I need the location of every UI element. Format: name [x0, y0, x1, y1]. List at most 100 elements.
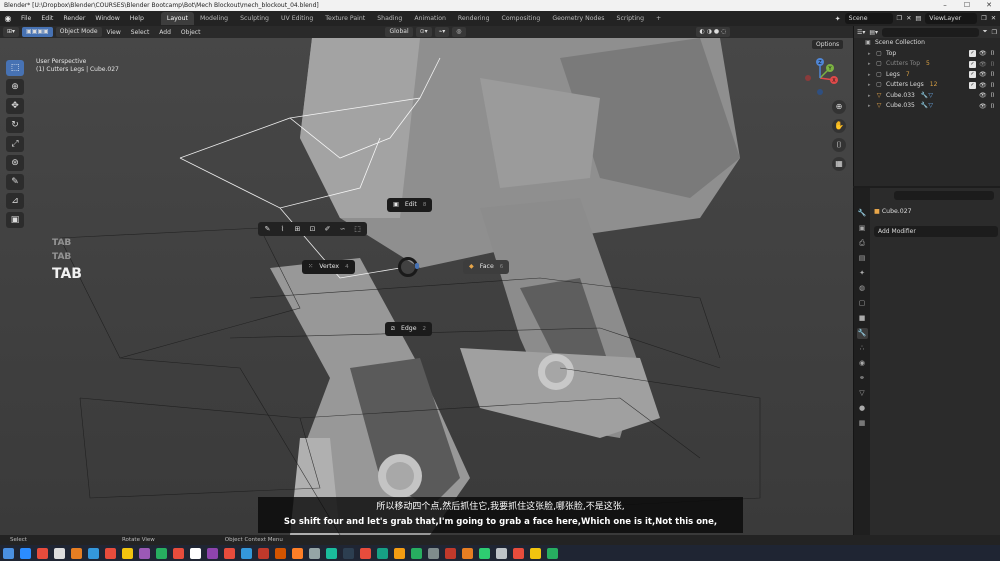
add-modifier-dropdown[interactable]: Add Modifier: [874, 226, 998, 237]
camera-icon[interactable]: ⌷: [989, 103, 996, 110]
menu-help[interactable]: Help: [125, 15, 149, 22]
outliner-row[interactable]: ▸ ▢ Cutters Top 5 ✓ 👁 ⌷: [854, 59, 1000, 70]
tab-shading[interactable]: Shading: [371, 12, 408, 25]
select-box-icon[interactable]: ⬚: [6, 60, 24, 76]
taskbar-app-icon[interactable]: [139, 547, 150, 559]
taskbar-app-icon[interactable]: [241, 547, 252, 559]
view-layer-tab-icon[interactable]: ▤: [857, 253, 868, 264]
tab-scripting[interactable]: Scripting: [611, 12, 651, 25]
taskbar-app-icon[interactable]: [360, 547, 371, 559]
viewport-shading-icons[interactable]: ◐ ◑ ● ◌: [695, 27, 731, 37]
camera-icon[interactable]: ⌷: [832, 138, 846, 152]
tab-geometry-nodes[interactable]: Geometry Nodes: [546, 12, 610, 25]
snap-icon[interactable]: ⌁▾: [434, 27, 450, 37]
taskbar-app-icon[interactable]: [445, 547, 456, 559]
taskbar-app-icon[interactable]: [530, 547, 541, 559]
knife-icon[interactable]: ✐: [321, 223, 334, 235]
pan-hand-icon[interactable]: ✋: [832, 119, 846, 133]
pie-item-vertex[interactable]: ⁙ Vertex 4: [302, 260, 355, 274]
taskbar-app-icon[interactable]: [88, 547, 99, 559]
tab-compositing[interactable]: Compositing: [496, 12, 547, 25]
taskbar-app-icon[interactable]: [479, 547, 490, 559]
eye-icon[interactable]: 👁: [979, 61, 987, 68]
taskbar-app-icon[interactable]: [173, 547, 184, 559]
expand-icon[interactable]: ▸: [868, 91, 875, 102]
checkbox-icon[interactable]: ✓: [969, 50, 976, 58]
tab-texture-paint[interactable]: Texture Paint: [319, 12, 371, 25]
add-workspace-button[interactable]: +: [650, 12, 667, 25]
taskbar-app-icon[interactable]: [377, 547, 388, 559]
output-tab-icon[interactable]: ⎙: [857, 238, 868, 249]
pencil-icon[interactable]: ✎: [261, 223, 274, 235]
camera-icon[interactable]: ⌷: [989, 82, 996, 89]
expand-icon[interactable]: ▸: [868, 101, 875, 112]
material-tab-icon[interactable]: ●: [857, 403, 868, 414]
tab-layout[interactable]: Layout: [160, 12, 194, 25]
outliner-search-input[interactable]: [882, 27, 979, 37]
filter-icon[interactable]: ⏷: [983, 28, 988, 36]
taskbar-app-icon[interactable]: [343, 547, 354, 559]
render-tab-icon[interactable]: ▣: [857, 223, 868, 234]
taskbar-app-icon[interactable]: [309, 547, 320, 559]
tab-animation[interactable]: Animation: [408, 12, 452, 25]
start-icon[interactable]: [3, 547, 14, 559]
select-mode-icons[interactable]: ▣▣▣▣: [22, 27, 53, 37]
collection-tab-icon[interactable]: ▢: [857, 298, 868, 309]
taskbar-app-icon[interactable]: [207, 547, 218, 559]
physics-tab-icon[interactable]: ◉: [857, 358, 868, 369]
outliner-row[interactable]: ▸ ▽ Cube.035 🔧▽ 👁 ⌷: [854, 101, 1000, 112]
view-layer-field[interactable]: ViewLayer: [925, 13, 978, 24]
expand-icon[interactable]: ▸: [868, 59, 875, 70]
expand-icon[interactable]: ▸: [868, 70, 875, 81]
taskbar-app-icon[interactable]: [156, 547, 167, 559]
scale-icon[interactable]: ⤢: [6, 136, 24, 152]
taskbar-app-icon[interactable]: [428, 547, 439, 559]
outliner-editor-icon[interactable]: ☰▾: [857, 29, 865, 36]
outliner-row[interactable]: ▸ ▢ Cutters Legs 12 ✓ 👁 ⌷: [854, 80, 1000, 91]
taskbar-app-icon[interactable]: [258, 547, 269, 559]
tab-modeling[interactable]: Modeling: [194, 12, 234, 25]
data-tab-icon[interactable]: ▽: [857, 388, 868, 399]
delete-view-layer-icon[interactable]: ✕: [991, 15, 996, 22]
eye-icon[interactable]: 👁: [979, 50, 987, 57]
pie-item-face[interactable]: ◆ Face 6: [463, 260, 510, 274]
transform-icon[interactable]: ⊛: [6, 155, 24, 171]
checkbox-icon[interactable]: ✓: [969, 81, 976, 89]
camera-icon[interactable]: ⌷: [989, 92, 996, 99]
pivot-icon[interactable]: ⊙▾: [415, 27, 432, 37]
particles-tab-icon[interactable]: ∴: [857, 343, 868, 354]
cursor-icon[interactable]: ⊕: [6, 79, 24, 95]
blender-logo-icon[interactable]: ◉: [0, 14, 16, 23]
texture-tab-icon[interactable]: ▦: [857, 418, 868, 429]
3d-viewport[interactable]: User Perspective (1) Cutters Legs | Cube…: [0, 38, 853, 535]
proportional-edit-icon[interactable]: ◎: [452, 27, 466, 37]
outliner-root[interactable]: ▣ Scene Collection: [854, 38, 1000, 49]
outliner-row[interactable]: ▸ ▢ Top ✓ 👁 ⌷: [854, 49, 1000, 60]
taskbar-app-icon[interactable]: [105, 547, 116, 559]
object-mode-dropdown[interactable]: Object Mode: [55, 27, 102, 37]
zoom-icon[interactable]: ⊕: [832, 100, 846, 114]
new-view-layer-icon[interactable]: ❐: [981, 15, 987, 22]
tab-rendering[interactable]: Rendering: [452, 12, 496, 25]
camera-icon[interactable]: ⌷: [989, 50, 996, 57]
taskbar-app-icon[interactable]: [54, 547, 65, 559]
new-collection-icon[interactable]: ❐: [992, 29, 997, 36]
checkbox-icon[interactable]: ✓: [969, 60, 976, 68]
menu-file[interactable]: File: [16, 15, 36, 22]
new-scene-icon[interactable]: ❐: [897, 15, 903, 22]
taskbar-app-icon[interactable]: [496, 547, 507, 559]
constraints-tab-icon[interactable]: ⚭: [857, 373, 868, 384]
world-tab-icon[interactable]: ◍: [857, 283, 868, 294]
taskbar-app-icon[interactable]: [122, 547, 133, 559]
taskbar-app-icon[interactable]: [224, 547, 235, 559]
minimize-button[interactable]: –: [934, 0, 956, 11]
taskbar-app-icon[interactable]: [37, 547, 48, 559]
modifier-tab-icon[interactable]: 🔧: [856, 328, 868, 339]
eye-icon[interactable]: 👁: [979, 71, 987, 78]
checkbox-icon[interactable]: ✓: [969, 71, 976, 79]
eye-icon[interactable]: 👁: [979, 103, 987, 110]
taskbar-app-icon[interactable]: [275, 547, 286, 559]
options-dropdown[interactable]: Options: [812, 40, 844, 49]
taskbar-app-icon[interactable]: [462, 547, 473, 559]
pie-item-edit[interactable]: ▣ Edit 8: [387, 198, 433, 212]
